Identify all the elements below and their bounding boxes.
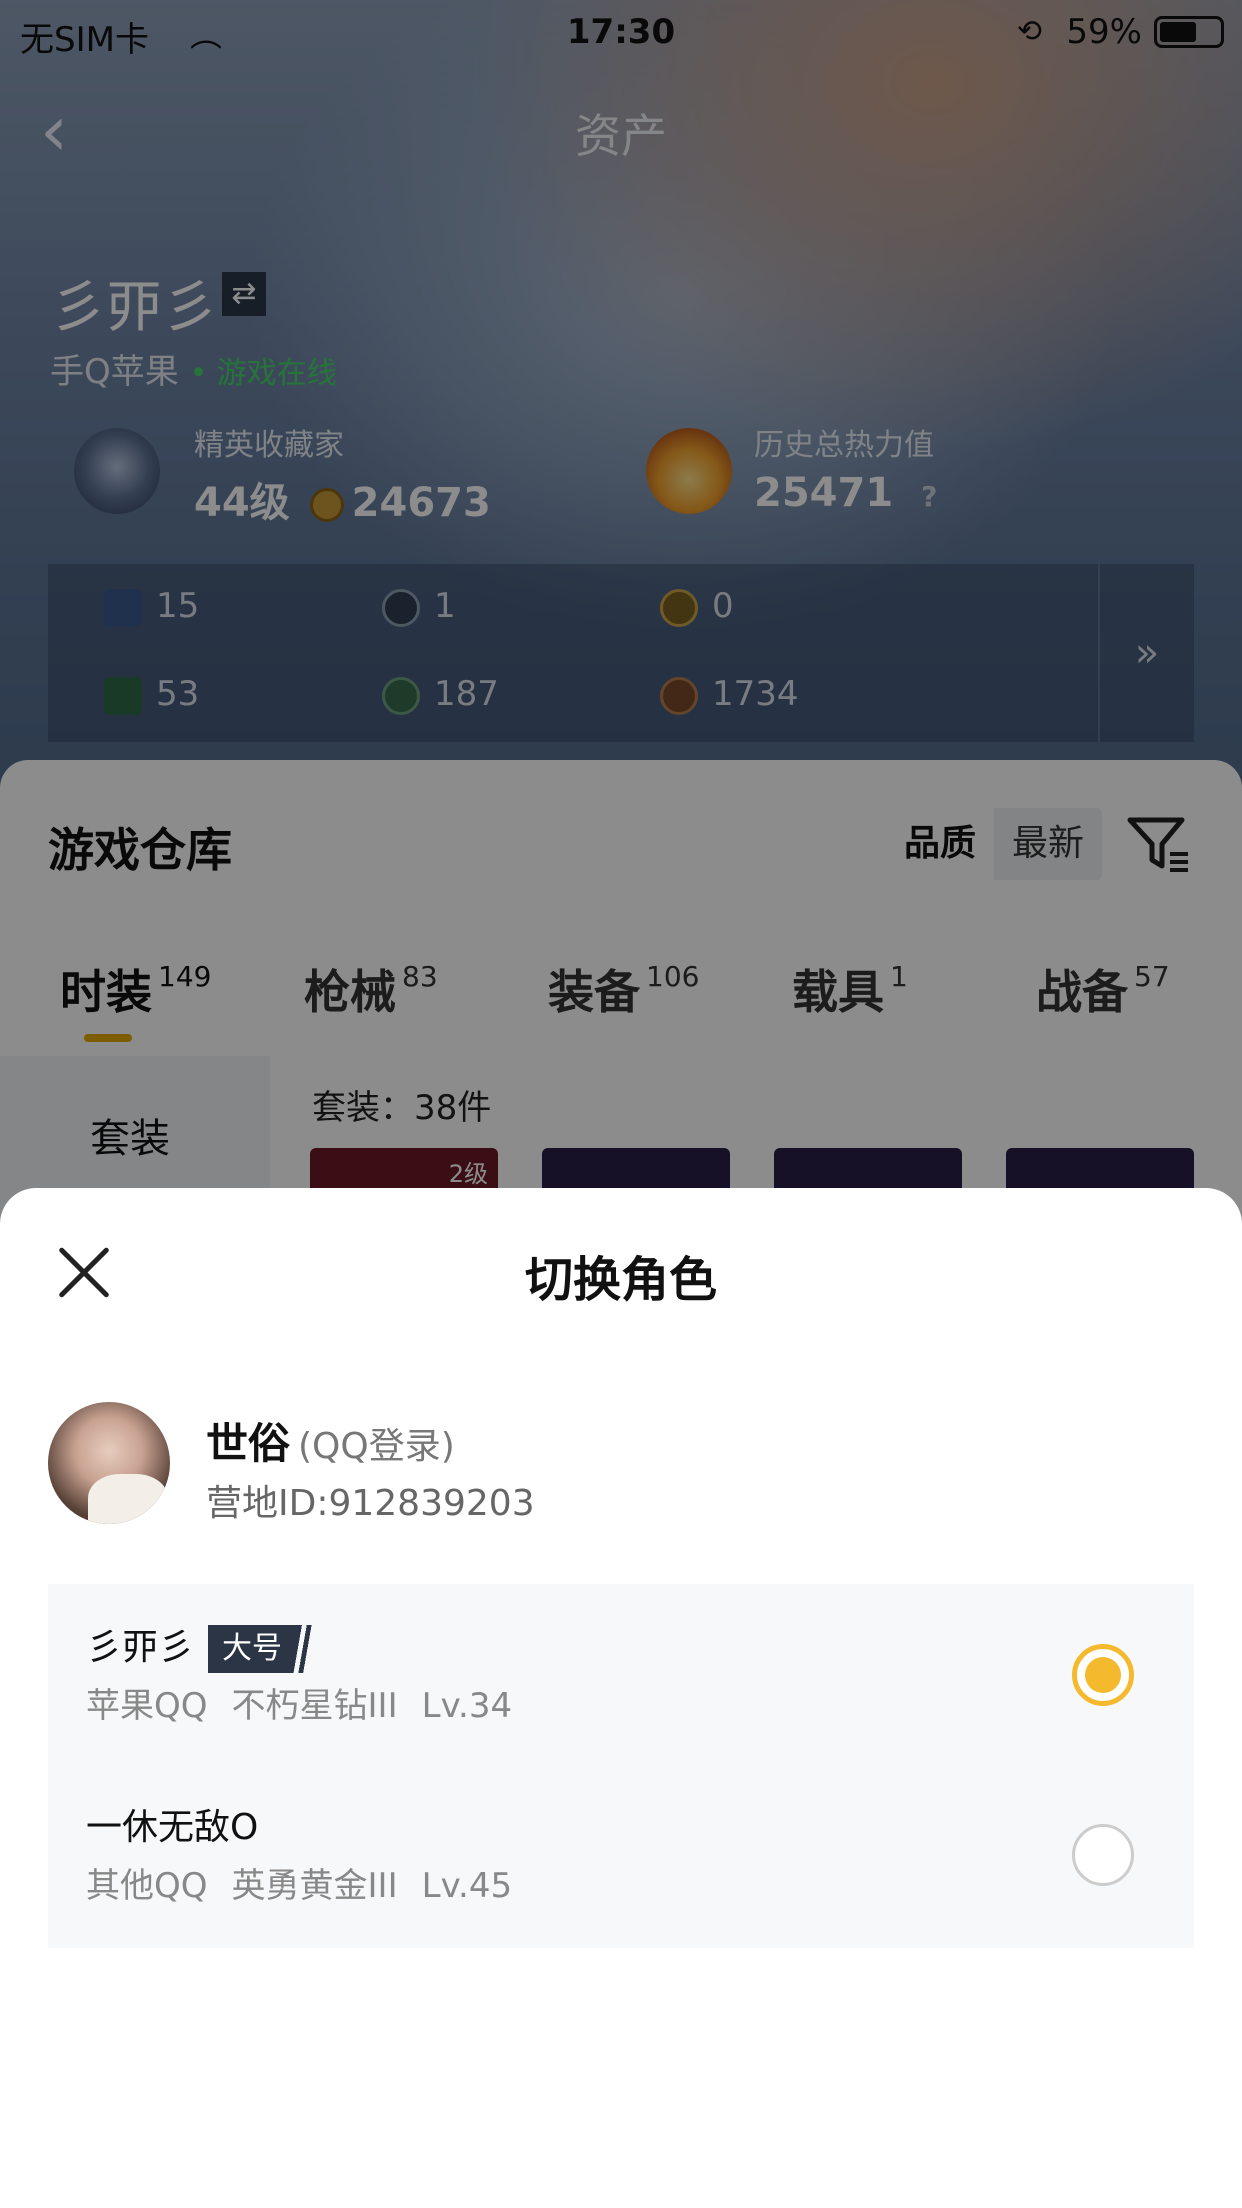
role-name-line: 彡丣彡 大号 <box>86 1618 321 1673</box>
role-list: 彡丣彡 大号 苹果QQ 不朽星钻III Lv.34 一休无敌O 其他QQ 英勇黄金III… <box>48 1584 1194 1948</box>
role-item[interactable]: 一休无敌O 其他QQ 英勇黄金III Lv.45 <box>48 1764 1194 1944</box>
user-name: 世俗 <box>206 1419 291 1468</box>
role-radio-selected[interactable] <box>1072 1644 1134 1706</box>
role-item[interactable]: 彡丣彡 大号 苹果QQ 不朽星钻III Lv.34 <box>48 1584 1194 1764</box>
user-avatar <box>48 1402 170 1524</box>
camp-id: 营地ID:912839203 <box>206 1483 535 1524</box>
role-name-line: 一休无敌O <box>86 1798 258 1850</box>
role-name: 一休无敌O <box>86 1807 259 1848</box>
login-type: (QQ登录) <box>298 1426 455 1467</box>
role-rank: 不朽星钻III <box>231 1686 398 1726</box>
role-platform: 苹果QQ <box>86 1686 208 1726</box>
role-level: Lv.34 <box>421 1686 513 1726</box>
sheet-title: 切换角色 <box>524 1252 717 1308</box>
main-account-badge: 大号 <box>208 1625 321 1673</box>
role-level: Lv.45 <box>421 1866 513 1906</box>
role-platform: 其他QQ <box>86 1866 208 1906</box>
role-radio[interactable] <box>1072 1824 1134 1886</box>
switch-role-sheet: 切换角色 世俗 (QQ登录) 营地ID:912839203 彡丣彡 大号 苹果QQ 不… <box>0 1188 1242 2208</box>
role-rank: 英勇黄金III <box>231 1866 398 1906</box>
user-name-line: 世俗 (QQ登录) <box>206 1410 455 1471</box>
role-detail: 其他QQ 英勇黄金III Lv.45 <box>86 1858 536 1907</box>
role-name: 彡丣彡 <box>86 1627 195 1668</box>
role-detail: 苹果QQ 不朽星钻III Lv.34 <box>86 1678 536 1727</box>
